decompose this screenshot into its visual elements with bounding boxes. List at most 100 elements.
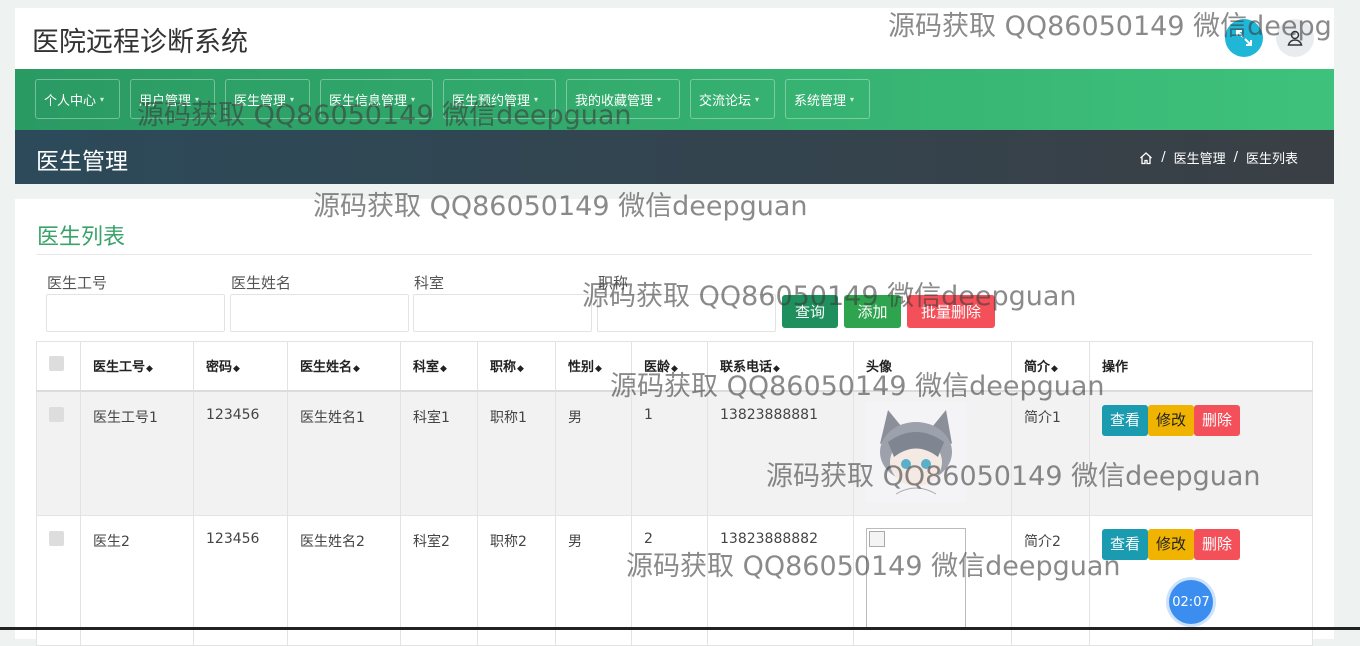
cell-title: 职称1 <box>477 390 556 516</box>
cell-phone: 13823888882 <box>707 515 854 646</box>
card-title: 医生列表 <box>37 225 126 250</box>
header-label: 科室 <box>413 360 440 376</box>
row-checkbox[interactable] <box>49 406 64 422</box>
header-label: 医龄 <box>644 360 671 376</box>
header-label: 医生工号 <box>93 360 146 376</box>
divider <box>37 254 1312 255</box>
add-button[interactable]: 添加 <box>844 295 901 328</box>
sort-icon: ◆ <box>353 364 360 375</box>
breadcrumb-doctor-list: 医生列表 <box>1245 152 1298 167</box>
cell-years: 2 <box>631 515 708 646</box>
col-phone[interactable]: 联系电话◆ <box>707 341 854 392</box>
nav-favorites-management[interactable]: 我的收藏管理 ▾ <box>566 79 680 119</box>
nav-system-management[interactable]: 系统管理 ▾ <box>785 79 870 119</box>
cell-password: 123456 <box>193 515 288 646</box>
view-button[interactable]: 查看 <box>1102 529 1149 560</box>
header-label: 简介 <box>1024 360 1051 376</box>
caret-down-icon: ▾ <box>100 94 105 104</box>
sort-icon: ◆ <box>440 364 447 375</box>
expand-icon <box>1236 30 1252 46</box>
select-all-checkbox[interactable] <box>49 356 64 372</box>
edit-button[interactable]: 修改 <box>1148 529 1195 560</box>
cell-years: 1 <box>631 390 708 516</box>
doctor-name-input[interactable] <box>230 294 409 332</box>
nav-label: 个人中心 <box>44 93 97 109</box>
col-doctor-name[interactable]: 医生姓名◆ <box>287 341 401 392</box>
cell-actions: 查看 修改 删除 <box>1089 515 1313 646</box>
delete-button[interactable]: 删除 <box>1194 404 1241 436</box>
breadcrumb-separator: / <box>1161 150 1166 165</box>
table-row: 医生工号1 123456 医生姓名1 科室1 职称1 男 1 138238888… <box>36 390 1313 516</box>
fullscreen-button[interactable] <box>1225 19 1263 57</box>
edit-button[interactable]: 修改 <box>1148 404 1195 436</box>
nav-label: 系统管理 <box>794 93 847 109</box>
query-button[interactable]: 查询 <box>782 295 838 328</box>
cell-department: 科室1 <box>400 390 478 516</box>
user-icon <box>1287 30 1303 46</box>
home-icon[interactable] <box>1139 151 1153 165</box>
nav-label: 用户管理 <box>139 93 192 109</box>
caret-down-icon: ▾ <box>850 94 855 104</box>
row-checkbox[interactable] <box>49 531 64 546</box>
page-title: 医生管理 <box>36 149 128 175</box>
nav-appointment-management[interactable]: 医生预约管理 ▾ <box>443 79 556 119</box>
sort-icon: ◆ <box>517 364 524 375</box>
sort-icon: ◆ <box>595 364 602 375</box>
header-label: 联系电话 <box>720 360 773 376</box>
col-department[interactable]: 科室◆ <box>400 341 478 392</box>
nav-user-management[interactable]: 用户管理 ▾ <box>130 79 215 119</box>
recording-timer[interactable]: 02:07 <box>1169 580 1213 624</box>
sort-icon: ◆ <box>146 364 153 375</box>
cell-actions: 查看 修改 删除 <box>1089 390 1313 516</box>
col-gender[interactable]: 性别◆ <box>555 341 632 392</box>
doctor-no-input[interactable] <box>46 294 225 332</box>
title-input[interactable] <box>597 294 776 332</box>
nav-forum[interactable]: 交流论坛 ▾ <box>690 79 775 119</box>
col-intro[interactable]: 简介◆ <box>1011 341 1090 392</box>
app-title: 医院远程诊断系统 <box>32 27 248 58</box>
department-label: 科室 <box>414 274 445 292</box>
broken-image-icon[interactable] <box>866 528 966 628</box>
cell-doctor-no: 医生工号1 <box>80 390 194 516</box>
col-password[interactable]: 密码◆ <box>193 341 288 392</box>
doctor-no-label: 医生工号 <box>47 274 108 292</box>
col-years[interactable]: 医龄◆ <box>631 341 708 392</box>
nav-personal-center[interactable]: 个人中心 ▾ <box>35 79 120 119</box>
breadcrumb: / 医生管理 / 医生列表 <box>1139 148 1298 167</box>
caret-down-icon: ▾ <box>534 94 539 104</box>
caret-down-icon: ▾ <box>657 94 662 104</box>
select-all-cell <box>36 341 81 392</box>
row-select-cell <box>36 515 81 646</box>
nav-label: 医生预约管理 <box>452 93 531 109</box>
cell-avatar <box>853 390 1012 516</box>
avatar[interactable] <box>866 401 966 502</box>
nav-doctor-info-management[interactable]: 医生信息管理 ▾ <box>320 79 433 119</box>
main-nav: 个人中心 ▾ 用户管理 ▾ 医生管理 ▾ 医生信息管理 ▾ 医生预约管理 ▾ 我的收藏管理… <box>15 69 1334 130</box>
cell-department: 科室2 <box>400 515 478 646</box>
cell-name: 医生姓名1 <box>287 390 401 516</box>
nav-label: 交流论坛 <box>699 93 752 109</box>
user-menu-button[interactable] <box>1276 19 1314 57</box>
nav-doctor-management[interactable]: 医生管理 ▾ <box>225 79 310 119</box>
delete-button[interactable]: 删除 <box>1194 529 1241 560</box>
cell-gender: 男 <box>555 390 632 516</box>
cell-gender: 男 <box>555 515 632 646</box>
nav-label: 医生信息管理 <box>329 93 408 109</box>
sort-icon: ◆ <box>773 364 780 375</box>
header-label: 头像 <box>866 360 893 376</box>
cell-phone: 13823888881 <box>707 390 854 516</box>
cell-intro: 简介2 <box>1011 515 1090 646</box>
nav-label: 我的收藏管理 <box>575 93 654 109</box>
caret-down-icon: ▾ <box>290 94 295 104</box>
col-actions: 操作 <box>1089 341 1313 392</box>
sort-icon: ◆ <box>1051 364 1058 375</box>
page-header: 医生管理 / 医生管理 / 医生列表 <box>15 130 1334 184</box>
batch-delete-button[interactable]: 批量删除 <box>907 295 995 328</box>
department-input[interactable] <box>413 294 592 332</box>
view-button[interactable]: 查看 <box>1102 404 1149 436</box>
sort-icon: ◆ <box>671 364 678 375</box>
col-doctor-no[interactable]: 医生工号◆ <box>80 341 194 392</box>
caret-down-icon: ▾ <box>755 94 760 104</box>
breadcrumb-doctor-management[interactable]: 医生管理 <box>1174 148 1226 167</box>
col-title[interactable]: 职称◆ <box>477 341 556 392</box>
